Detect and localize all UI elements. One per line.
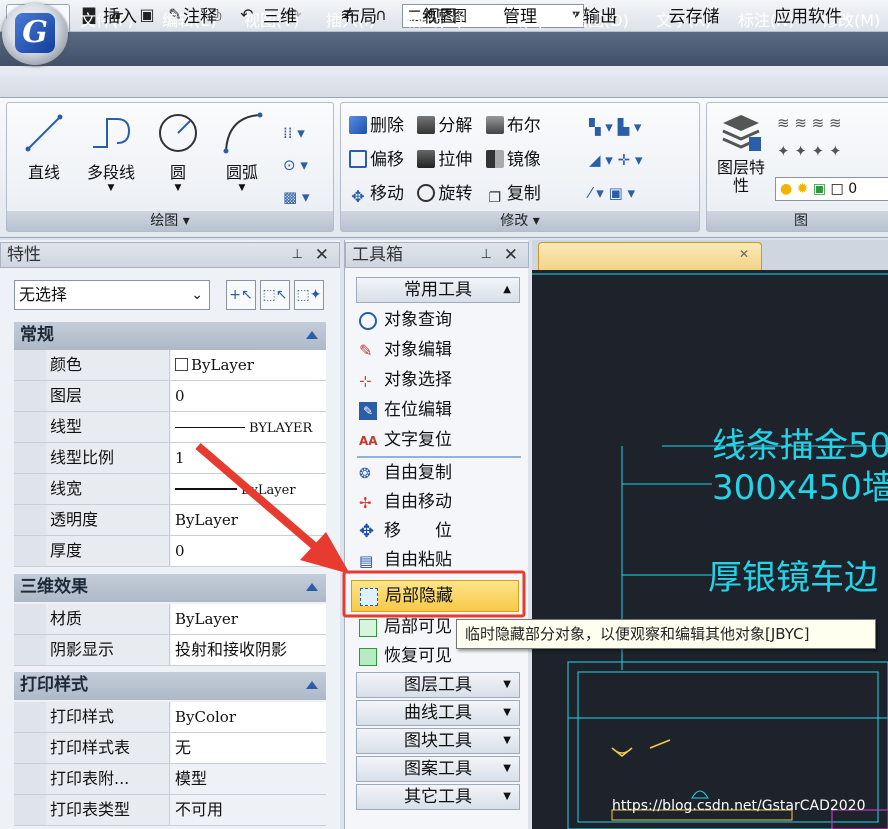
watermark-text: https://blog.csdn.net/GstarCAD2020: [612, 798, 866, 814]
annotation-overlay: [195, 442, 526, 618]
tooltip: 临时隐藏部分对象，以便观察和编辑其他对象[JBYC]: [456, 619, 876, 649]
